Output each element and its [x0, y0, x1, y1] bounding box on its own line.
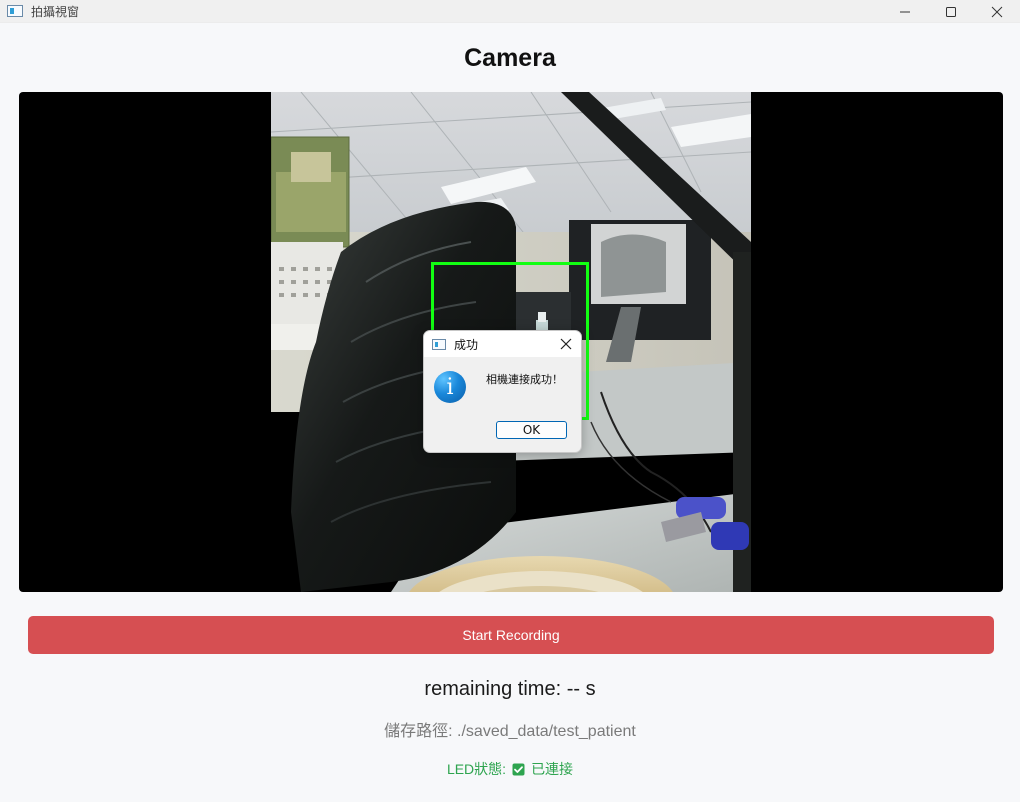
dialog-body: i 相機連接成功！ OK: [424, 357, 581, 452]
checkmark-icon: [512, 763, 525, 775]
led-status-value: 已連接: [531, 761, 574, 777]
window-title: 拍攝視窗: [31, 4, 80, 19]
dialog-title: 成功: [454, 337, 479, 352]
title-bar[interactable]: 拍攝視窗: [0, 0, 1020, 23]
close-icon: [991, 6, 1003, 17]
remaining-time: remaining time: -- s: [424, 678, 596, 700]
led-status-label: LED狀態:: [446, 761, 507, 777]
camera-window: 拍攝視窗 Camera 成功 i 相機連接成功！ OK Start Record…: [0, 0, 1020, 802]
success-dialog: 成功 i 相機連接成功！ OK: [423, 330, 582, 453]
close-button[interactable]: [974, 0, 1020, 23]
maximize-button[interactable]: [928, 0, 974, 23]
camera-title: Camera: [464, 44, 556, 72]
info-icon: i: [434, 371, 466, 403]
window-controls: [882, 0, 1020, 23]
dialog-ok-button[interactable]: OK: [496, 421, 567, 439]
dialog-titlebar[interactable]: 成功: [424, 331, 581, 357]
dialog-close-icon[interactable]: [559, 337, 573, 351]
minimize-icon: [900, 11, 910, 12]
dialog-message: 相機連接成功！: [486, 373, 563, 386]
start-recording-button[interactable]: Start Recording: [28, 616, 994, 654]
led-status: LED狀態: 已連接: [0, 759, 1020, 779]
minimize-button[interactable]: [882, 0, 928, 23]
dialog-app-icon: [432, 338, 446, 350]
save-path: 儲存路徑: ./saved_data/test_patient: [384, 723, 636, 740]
maximize-icon: [946, 6, 956, 17]
app-icon: [7, 5, 23, 17]
